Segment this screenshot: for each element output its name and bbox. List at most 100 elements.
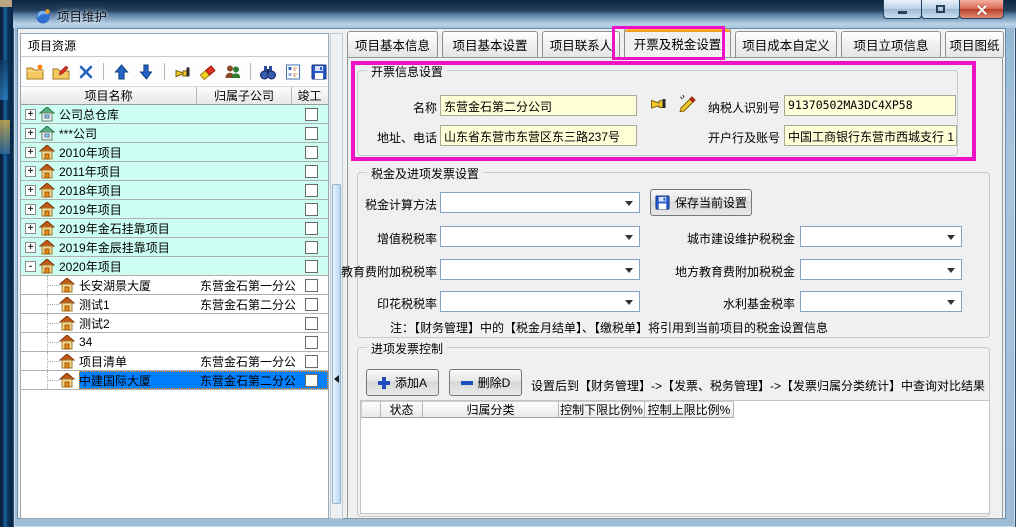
new-folder-button[interactable] — [26, 61, 44, 82]
tab-4[interactable]: 开票及税金设置 — [624, 28, 731, 57]
select-hand-button[interactable] — [173, 61, 191, 82]
tab-6[interactable]: 项目立项信息 — [841, 31, 941, 57]
expand-toggle[interactable]: + — [25, 166, 36, 177]
tree-row[interactable]: 测试1东营金石第二分公司 — [21, 295, 328, 314]
edit-pencil-icon[interactable] — [677, 93, 698, 115]
edu-tax-select[interactable] — [440, 259, 640, 280]
completion-checkbox[interactable] — [305, 146, 318, 159]
table-header-cell[interactable]: 状态 — [381, 401, 423, 418]
tab-1[interactable]: 项目基本信息 — [347, 31, 438, 57]
pick-hand-icon[interactable] — [648, 96, 667, 114]
expand-toggle[interactable]: + — [25, 242, 36, 253]
scrollbar-thumb[interactable] — [332, 184, 341, 504]
tree-row[interactable]: +2010年项目 — [21, 143, 328, 162]
vat-select[interactable] — [440, 226, 640, 247]
expand-toggle[interactable]: + — [25, 204, 36, 215]
binoculars-icon — [259, 64, 277, 80]
tree-row[interactable]: 34 — [21, 333, 328, 352]
tab-2[interactable]: 项目基本设置 — [442, 31, 538, 57]
expand-toggle[interactable]: + — [25, 185, 36, 196]
save-button-toolbar[interactable] — [310, 61, 328, 82]
completion-checkbox[interactable] — [305, 241, 318, 254]
splitter-collapse-icon[interactable] — [334, 375, 339, 383]
members-button[interactable] — [223, 61, 241, 82]
tree-row[interactable]: +2019年金辰挂靠项目 — [21, 238, 328, 257]
save-settings-button[interactable]: 保存当前设置 — [650, 189, 752, 216]
expand-toggle[interactable]: + — [25, 128, 36, 139]
toolbar-separator — [164, 63, 165, 80]
move-up-button[interactable] — [112, 61, 130, 82]
tree-row[interactable]: +公司总仓库 — [21, 105, 328, 124]
expand-toggle[interactable]: + — [25, 109, 36, 120]
stamp-tax-select[interactable] — [440, 291, 640, 312]
tree-row[interactable]: +2019年金石挂靠项目 — [21, 219, 328, 238]
search-button[interactable] — [259, 61, 277, 82]
bank-input[interactable]: 中国工商银行东营市西城支行 1 — [784, 125, 957, 146]
add-button[interactable]: 添加A — [366, 369, 439, 396]
completion-checkbox[interactable] — [305, 355, 318, 368]
tree-row-label: 2011年项目 — [59, 163, 200, 180]
completion-checkbox[interactable] — [305, 222, 318, 235]
title-bar: 项目维护 — [13, 0, 1016, 28]
properties-button[interactable] — [284, 61, 302, 82]
expand-toggle[interactable]: + — [25, 223, 36, 234]
city-tax-select[interactable] — [800, 226, 962, 247]
tab-5[interactable]: 项目成本自定义 — [735, 31, 837, 57]
local-edu-tax-select[interactable] — [800, 259, 962, 280]
table-header-cell[interactable]: 控制下限比例% — [559, 401, 645, 418]
address-input[interactable]: 山东省东营市东营区东三路237号 — [440, 125, 637, 146]
maximize-button[interactable] — [921, 0, 960, 19]
delete-button[interactable] — [77, 61, 95, 82]
completion-checkbox[interactable] — [305, 108, 318, 121]
completion-checkbox[interactable] — [305, 336, 318, 349]
completion-checkbox[interactable] — [305, 203, 318, 216]
table-header-cell[interactable]: 归属分类 — [423, 401, 559, 418]
expand-toggle[interactable]: - — [25, 261, 36, 272]
completion-checkbox[interactable] — [305, 374, 318, 387]
column-completion[interactable]: 竣工 — [292, 87, 327, 104]
project-house-icon — [39, 240, 55, 255]
completion-checkbox[interactable] — [305, 184, 318, 197]
tab-3[interactable]: 项目联系人 — [542, 31, 620, 57]
project-house-icon — [59, 278, 75, 293]
column-project-name[interactable]: 项目名称 — [21, 87, 197, 104]
column-subsidiary[interactable]: 归属子公司 — [197, 87, 292, 104]
close-button[interactable] — [959, 0, 1004, 19]
erase-button[interactable] — [198, 61, 216, 82]
expand-toggle[interactable]: + — [25, 147, 36, 158]
taxid-input[interactable]: 91370502MA3DC4XP58 — [784, 95, 956, 116]
move-down-button[interactable] — [137, 61, 155, 82]
water-fund-select[interactable] — [800, 291, 962, 312]
tab-bar: 项目基本信息项目基本设置项目联系人开票及税金设置项目成本自定义项目立项信息项目图… — [347, 30, 1008, 57]
bank-label: 开户行及账号 — [696, 129, 780, 146]
delete-row-button[interactable]: 删除D — [449, 369, 522, 396]
completion-checkbox[interactable] — [305, 317, 318, 330]
tree-row[interactable]: -2020年项目 — [21, 257, 328, 276]
completion-checkbox[interactable] — [305, 260, 318, 273]
company-house-icon — [39, 107, 55, 122]
tree-row[interactable]: +2011年项目 — [21, 162, 328, 181]
tree-row[interactable]: 长安湖景大厦东营金石第一分公司 — [21, 276, 328, 295]
minimize-button[interactable] — [883, 0, 922, 19]
tree-row[interactable]: 项目清单东营金石第一分公司 — [21, 352, 328, 371]
water-fund-label: 水利基金税率 — [723, 295, 795, 312]
table-header-cell[interactable]: 控制上限比例% — [645, 401, 734, 418]
completion-checkbox[interactable] — [305, 298, 318, 311]
tab-7[interactable]: 项目图纸 — [945, 31, 1004, 57]
edu-tax-label: 教育费附加税税率 — [329, 263, 437, 280]
move-up-icon — [114, 64, 129, 80]
project-house-icon — [39, 183, 55, 198]
completion-checkbox[interactable] — [305, 165, 318, 178]
tree-row-label: ***公司 — [59, 125, 200, 142]
tree-row[interactable]: +2019年项目 — [21, 200, 328, 219]
edit-folder-button[interactable] — [51, 61, 69, 82]
save-settings-label: 保存当前设置 — [675, 194, 747, 211]
name-input[interactable]: 东营金石第二分公司 — [440, 95, 637, 116]
tax-method-select[interactable] — [440, 192, 640, 213]
completion-checkbox[interactable] — [305, 279, 318, 292]
tree-row[interactable]: + ***公司 — [21, 124, 328, 143]
completion-checkbox[interactable] — [305, 127, 318, 140]
tree-row[interactable]: +2018年项目 — [21, 181, 328, 200]
tree-row[interactable]: 测试2 — [21, 314, 328, 333]
tree-row[interactable]: 中建国际大厦东营金石第二分公司 — [21, 371, 328, 390]
